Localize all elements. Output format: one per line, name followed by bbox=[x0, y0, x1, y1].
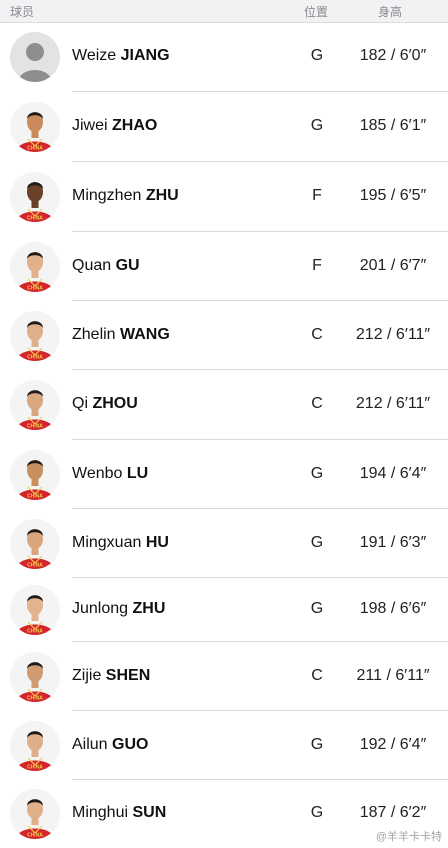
player-first-name: Weize bbox=[72, 47, 117, 64]
svg-text:CHINA: CHINA bbox=[27, 424, 43, 430]
player-height: 212 / 6′11″ bbox=[355, 326, 431, 343]
player-name: Ailun GUO bbox=[72, 736, 148, 754]
player-height: 185 / 6′1″ bbox=[359, 117, 427, 134]
player-last-name: GU bbox=[115, 257, 140, 274]
player-name: Zijie SHEN bbox=[72, 667, 150, 685]
player-position: G bbox=[310, 465, 324, 482]
player-first-name: Qi bbox=[72, 395, 88, 412]
player-name: Junlong ZHU bbox=[72, 600, 165, 618]
player-first-name: Minghui bbox=[72, 804, 129, 821]
player-avatar: CHINA bbox=[10, 585, 60, 635]
svg-text:CHINA: CHINA bbox=[27, 286, 43, 292]
player-first-name: Wenbo bbox=[72, 465, 123, 482]
player-row[interactable]: CHINA Zhelin WANG C 212 / 6′11″ bbox=[0, 301, 448, 370]
player-first-name: Zhelin bbox=[72, 326, 116, 343]
player-position: G bbox=[310, 600, 324, 617]
player-last-name: SHEN bbox=[105, 667, 151, 684]
player-last-name: ZHAO bbox=[112, 117, 158, 134]
player-last-name: HU bbox=[145, 534, 169, 551]
player-avatar: CHINA bbox=[10, 311, 60, 361]
watermark: @羊羊卡卡特 bbox=[375, 831, 442, 843]
player-name: Quan GU bbox=[72, 257, 140, 275]
player-name: Jiwei ZHAO bbox=[72, 117, 157, 135]
player-avatar: CHINA bbox=[10, 652, 60, 702]
column-header-height[interactable]: 身高 bbox=[378, 3, 402, 20]
player-row[interactable]: CHINA Ailun GUO G 192 / 6′4″ bbox=[0, 711, 448, 780]
player-first-name: Zijie bbox=[72, 667, 102, 684]
player-first-name: Mingzhen bbox=[72, 187, 142, 204]
player-name: Wenbo LU bbox=[72, 465, 148, 483]
player-position: G bbox=[310, 736, 324, 753]
player-last-name: GUO bbox=[112, 736, 149, 753]
player-height: 182 / 6′0″ bbox=[359, 47, 427, 64]
svg-text:CHINA: CHINA bbox=[27, 355, 43, 361]
svg-text:CHINA: CHINA bbox=[27, 216, 43, 222]
player-last-name: SUN bbox=[132, 804, 167, 821]
player-name: Weize JIANG bbox=[72, 47, 170, 65]
player-position: C bbox=[311, 395, 323, 412]
player-name: Qi ZHOU bbox=[72, 395, 138, 413]
player-height: 212 / 6′11″ bbox=[355, 395, 431, 412]
player-last-name: JIANG bbox=[120, 47, 170, 64]
player-position: F bbox=[312, 187, 322, 204]
player-position: G bbox=[310, 117, 324, 134]
player-first-name: Junlong bbox=[72, 600, 129, 617]
player-height: 211 / 6′11″ bbox=[356, 667, 430, 684]
player-name: Mingxuan HU bbox=[72, 534, 169, 552]
player-avatar: CHINA bbox=[10, 172, 60, 222]
player-row[interactable]: CHINA Qi ZHOU C 212 / 6′11″ bbox=[0, 370, 448, 440]
player-avatar: CHINA bbox=[10, 789, 60, 839]
player-row[interactable]: CHINA Mingzhen ZHU F 195 / 6′5″ bbox=[0, 162, 448, 232]
column-header-position[interactable]: 位置 bbox=[304, 3, 328, 20]
player-first-name: Quan bbox=[72, 257, 112, 274]
player-last-name: LU bbox=[126, 465, 149, 482]
player-name: Minghui SUN bbox=[72, 804, 166, 822]
player-height: 191 / 6′3″ bbox=[359, 534, 427, 551]
player-first-name: Ailun bbox=[72, 736, 108, 753]
svg-text:CHINA: CHINA bbox=[27, 765, 43, 771]
placeholder-avatar-icon bbox=[10, 32, 60, 82]
player-row[interactable]: CHINA Junlong ZHU G 198 / 6′6″ bbox=[0, 578, 448, 642]
player-height: 195 / 6′5″ bbox=[359, 187, 427, 204]
svg-text:CHINA: CHINA bbox=[27, 146, 43, 152]
player-first-name: Jiwei bbox=[72, 117, 108, 134]
player-height: 198 / 6′6″ bbox=[359, 600, 427, 617]
player-avatar: CHINA bbox=[10, 102, 60, 152]
svg-text:CHINA: CHINA bbox=[27, 833, 43, 839]
table-header: 球员 位置 身高 bbox=[0, 0, 448, 23]
player-first-name: Mingxuan bbox=[72, 534, 142, 551]
player-avatar: CHINA bbox=[10, 721, 60, 771]
player-last-name: ZHOU bbox=[92, 395, 138, 412]
player-height: 192 / 6′4″ bbox=[359, 736, 427, 753]
player-position: C bbox=[311, 667, 323, 684]
svg-text:CHINA: CHINA bbox=[27, 563, 43, 569]
svg-text:CHINA: CHINA bbox=[27, 494, 43, 500]
player-avatar: CHINA bbox=[10, 242, 60, 292]
player-position: G bbox=[310, 534, 324, 551]
player-position: F bbox=[312, 257, 322, 274]
player-height: 187 / 6′2″ bbox=[359, 804, 427, 821]
player-position: C bbox=[311, 326, 323, 343]
player-row[interactable]: CHINA Zijie SHEN C 211 / 6′11″ bbox=[0, 642, 448, 711]
player-row[interactable]: Weize JIANG G 182 / 6′0″ bbox=[0, 22, 448, 92]
player-avatar: CHINA bbox=[10, 380, 60, 430]
player-name: Mingzhen ZHU bbox=[72, 187, 179, 205]
player-last-name: ZHU bbox=[145, 187, 179, 204]
player-last-name: WANG bbox=[120, 326, 170, 343]
player-avatar: CHINA bbox=[10, 519, 60, 569]
player-last-name: ZHU bbox=[132, 600, 166, 617]
player-avatar: CHINA bbox=[10, 450, 60, 500]
svg-text:CHINA: CHINA bbox=[27, 629, 43, 635]
player-height: 201 / 6′7″ bbox=[359, 257, 427, 274]
player-row[interactable]: CHINA Mingxuan HU G 191 / 6′3″ bbox=[0, 509, 448, 578]
player-row[interactable]: CHINA Jiwei ZHAO G 185 / 6′1″ bbox=[0, 92, 448, 162]
player-position: G bbox=[310, 804, 324, 821]
player-name: Zhelin WANG bbox=[72, 326, 170, 344]
player-row[interactable]: CHINA Quan GU F 201 / 6′7″ bbox=[0, 232, 448, 301]
player-position: G bbox=[310, 47, 324, 64]
column-header-player[interactable]: 球员 bbox=[10, 3, 34, 20]
player-height: 194 / 6′4″ bbox=[359, 465, 427, 482]
player-row[interactable]: CHINA Wenbo LU G 194 / 6′4″ bbox=[0, 440, 448, 509]
svg-text:CHINA: CHINA bbox=[27, 696, 43, 702]
